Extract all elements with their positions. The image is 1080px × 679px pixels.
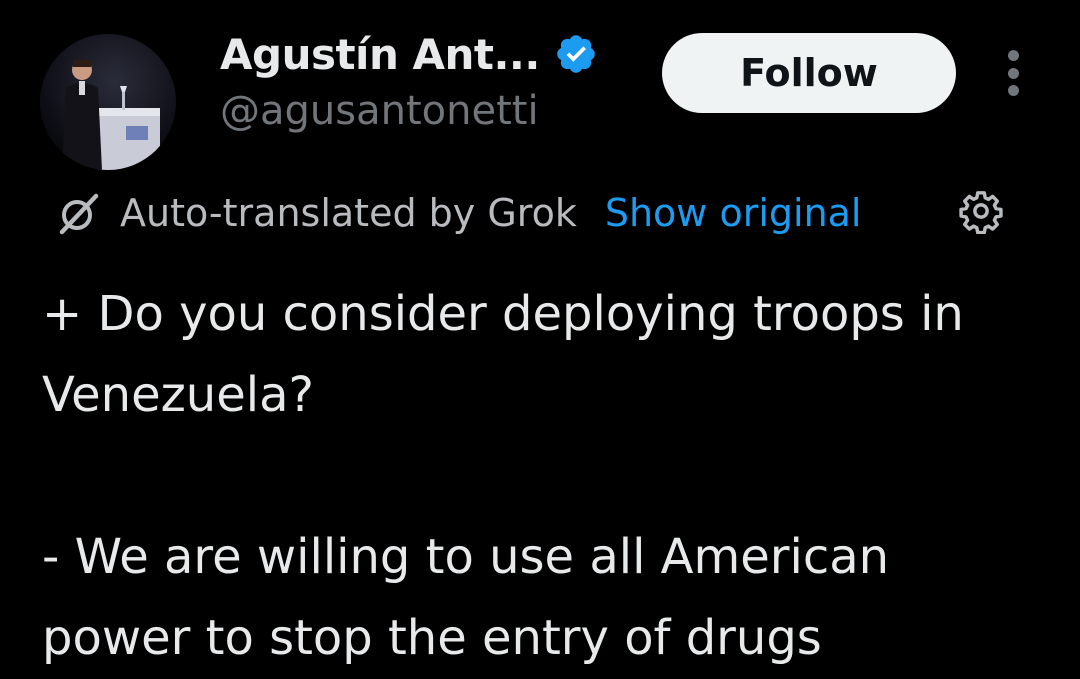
more-dot (1007, 67, 1019, 79)
tweet-text: + Do you consider deploying troops in Ve… (42, 274, 1052, 679)
tweet-question: + Do you consider deploying troops in Ve… (42, 286, 964, 423)
more-dot (1007, 85, 1019, 96)
gear-icon[interactable] (958, 188, 1004, 234)
show-original-link[interactable]: Show original (605, 191, 862, 235)
author-name-row[interactable]: Agustín Ant... (220, 28, 598, 80)
more-dot (1007, 50, 1019, 61)
more-vertical-icon[interactable] (996, 50, 1030, 96)
display-name[interactable]: Agustín Ant... (220, 30, 540, 79)
author-handle[interactable]: @agusantonetti (220, 88, 539, 134)
follow-button[interactable]: Follow (662, 33, 956, 113)
translation-label: Auto-translated by Grok (120, 191, 577, 235)
avatar[interactable] (40, 34, 176, 170)
translation-bar: Auto-translated by Grok Show original (56, 186, 1016, 240)
grok-icon (56, 190, 102, 236)
avatar-photo (40, 34, 176, 170)
verified-badge-icon (554, 32, 598, 76)
tweet-answer: - We are willing to use all American pow… (42, 529, 890, 666)
